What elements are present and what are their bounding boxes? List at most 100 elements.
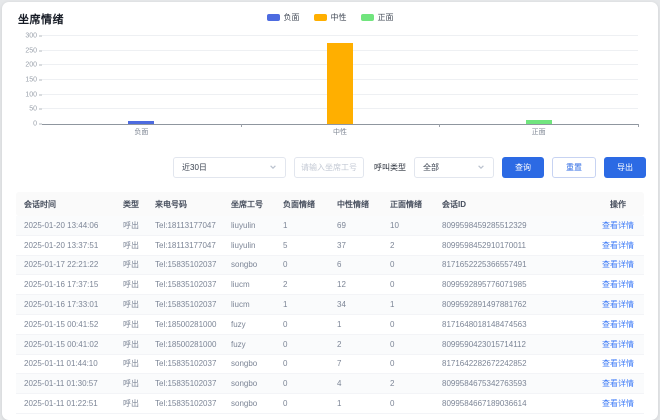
chevron-down-icon [477, 163, 485, 171]
bar-positive[interactable] [526, 120, 552, 124]
legend-swatch [314, 14, 327, 21]
cell-session-id: 8171642282672242852 [442, 359, 592, 368]
legend-label: 负面 [284, 12, 300, 23]
x-axis-label: 正面 [532, 127, 546, 137]
view-detail-link[interactable]: 查看详情 [592, 259, 644, 270]
bar-negative[interactable] [128, 121, 154, 124]
view-detail-link[interactable]: 查看详情 [592, 299, 644, 310]
cell-neutral: 37 [337, 241, 390, 250]
cell-neutral: 1 [337, 399, 390, 408]
cell-agent: fuzy [231, 320, 283, 329]
cell-neutral: 4 [337, 379, 390, 388]
y-axis-tick: 0 [33, 121, 37, 128]
legend-item-neutral[interactable]: 中性 [314, 12, 347, 23]
table-row: 2025-01-16 17:33:01呼出Tel:15835102037liuc… [16, 295, 644, 315]
view-detail-link[interactable]: 查看详情 [592, 240, 644, 251]
cell-time: 2025-01-16 17:37:15 [24, 280, 123, 289]
table-row: 2025-01-11 01:22:51呼出Tel:15835102037song… [16, 394, 644, 414]
table-row: 2025-01-11 01:44:10呼出Tel:15835102037song… [16, 355, 644, 375]
cell-type: 呼出 [123, 220, 155, 231]
date-range-select[interactable]: 近30日 [173, 157, 286, 178]
cell-positive: 0 [390, 280, 442, 289]
cell-time: 2025-01-16 17:33:01 [24, 300, 123, 309]
legend-item-positive[interactable]: 正面 [361, 12, 394, 23]
cell-positive: 2 [390, 379, 442, 388]
cell-neutral: 1 [337, 320, 390, 329]
cell-agent: liuyulin [231, 241, 283, 250]
cell-time: 2025-01-17 22:21:22 [24, 260, 123, 269]
cell-agent: songbo [231, 399, 283, 408]
x-axis-label: 负面 [134, 127, 148, 137]
legend-swatch [361, 14, 374, 21]
panel-header: 坐席情绪 负面中性正面 [2, 2, 658, 28]
bar-neutral[interactable] [327, 43, 353, 124]
cell-positive: 0 [390, 260, 442, 269]
call-type-value: 全部 [423, 162, 439, 173]
cell-positive: 0 [390, 320, 442, 329]
sessions-table: 会话时间类型来电号码坐席工号负面情绪中性情绪正面情绪会话ID操作 2025-01… [16, 192, 644, 414]
y-axis-tick: 250 [25, 47, 37, 54]
y-axis-tick: 50 [29, 106, 37, 113]
cell-session-id: 8099584667189036614 [442, 399, 592, 408]
reset-button[interactable]: 重置 [552, 157, 596, 178]
cell-neutral: 34 [337, 300, 390, 309]
view-detail-link[interactable]: 查看详情 [592, 319, 644, 330]
legend-label: 中性 [331, 12, 347, 23]
chart-plot-area: 050100150200250300负面中性正面 [42, 36, 638, 125]
cell-negative: 1 [283, 300, 337, 309]
view-detail-link[interactable]: 查看详情 [592, 220, 644, 231]
cell-agent: songbo [231, 260, 283, 269]
cell-caller: Tel:18500281000 [155, 340, 231, 349]
cell-negative: 1 [283, 221, 337, 230]
export-button[interactable]: 导出 [604, 157, 646, 178]
cell-session-id: 8099584675342763593 [442, 379, 592, 388]
cell-session-id: 8099590423015714112 [442, 340, 592, 349]
col-header: 负面情绪 [283, 199, 337, 210]
table-row: 2025-01-16 17:37:15呼出Tel:15835102037liuc… [16, 275, 644, 295]
cell-type: 呼出 [123, 358, 155, 369]
y-axis-tick: 100 [25, 91, 37, 98]
cell-agent: liucm [231, 300, 283, 309]
legend-item-negative[interactable]: 负面 [267, 12, 300, 23]
cell-time: 2025-01-15 00:41:02 [24, 340, 123, 349]
view-detail-link[interactable]: 查看详情 [592, 378, 644, 389]
cell-neutral: 6 [337, 260, 390, 269]
cell-negative: 5 [283, 241, 337, 250]
view-detail-link[interactable]: 查看详情 [592, 398, 644, 409]
cell-caller: Tel:15835102037 [155, 300, 231, 309]
cell-positive: 0 [390, 340, 442, 349]
cell-negative: 0 [283, 399, 337, 408]
col-header: 操作 [592, 199, 644, 210]
cell-positive: 1 [390, 300, 442, 309]
chevron-down-icon [269, 163, 277, 171]
col-header: 坐席工号 [231, 199, 283, 210]
cell-caller: Tel:18500281000 [155, 320, 231, 329]
cell-caller: Tel:15835102037 [155, 359, 231, 368]
cell-neutral: 7 [337, 359, 390, 368]
view-detail-link[interactable]: 查看详情 [592, 339, 644, 350]
col-header: 中性情绪 [337, 199, 390, 210]
view-detail-link[interactable]: 查看详情 [592, 358, 644, 369]
cell-type: 呼出 [123, 279, 155, 290]
cell-negative: 0 [283, 379, 337, 388]
query-button[interactable]: 查询 [502, 157, 544, 178]
legend-swatch [267, 14, 280, 21]
filter-bar: 近30日 呼叫类型 全部 查询 重置 导出 [2, 156, 646, 178]
cell-negative: 0 [283, 320, 337, 329]
cell-session-id: 8171652225366557491 [442, 260, 592, 269]
cell-agent: liucm [231, 280, 283, 289]
call-type-select[interactable]: 全部 [414, 157, 494, 178]
cell-neutral: 69 [337, 221, 390, 230]
agent-id-input[interactable] [294, 157, 364, 178]
cell-time: 2025-01-20 13:44:06 [24, 221, 123, 230]
call-type-label: 呼叫类型 [374, 162, 406, 173]
table-row: 2025-01-17 22:21:22呼出Tel:15835102037song… [16, 256, 644, 276]
cell-neutral: 12 [337, 280, 390, 289]
table-row: 2025-01-20 13:37:51呼出Tel:18113177047liuy… [16, 236, 644, 256]
cell-caller: Tel:15835102037 [155, 379, 231, 388]
cell-agent: fuzy [231, 340, 283, 349]
table-row: 2025-01-11 01:30:57呼出Tel:15835102037song… [16, 374, 644, 394]
col-header: 正面情绪 [390, 199, 442, 210]
view-detail-link[interactable]: 查看详情 [592, 279, 644, 290]
cell-time: 2025-01-11 01:22:51 [24, 399, 123, 408]
